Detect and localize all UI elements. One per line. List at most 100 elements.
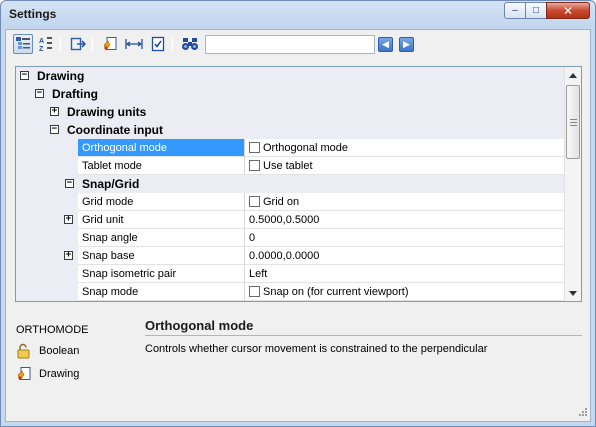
close-icon: ✕	[562, 3, 574, 18]
search-input[interactable]	[205, 35, 375, 54]
svg-text:A: A	[39, 38, 44, 45]
property-name[interactable]: Tablet mode	[78, 157, 245, 175]
property-value[interactable]: Left	[245, 265, 564, 283]
chevron-up-icon	[569, 72, 577, 78]
find-binoculars-icon	[182, 38, 198, 50]
row-indent	[16, 157, 78, 175]
category-label: Snap/Grid	[82, 177, 140, 191]
property-value-label: Snap on (for current viewport)	[263, 286, 409, 298]
toolbar: A Z ◀ ▶	[12, 33, 586, 57]
expand-icon[interactable]: +	[64, 215, 73, 224]
grid-on-checkbox[interactable]	[249, 196, 260, 207]
row-indent	[16, 193, 78, 211]
vertical-scrollbar[interactable]	[564, 67, 581, 301]
expand-icon[interactable]: +	[50, 107, 59, 116]
scrollbar-thumb[interactable]	[566, 85, 580, 159]
property-row-snap-angle[interactable]: Snap angle 0	[16, 229, 564, 247]
property-name[interactable]: Snap isometric pair	[78, 265, 245, 283]
maximize-icon: □	[532, 5, 540, 16]
property-value[interactable]: Grid on	[245, 193, 564, 211]
row-indent	[16, 229, 78, 247]
variable-scope: Drawing	[16, 365, 79, 383]
import-drawing-button[interactable]	[100, 34, 120, 54]
chevron-down-icon	[569, 290, 577, 296]
alphabetic-sort-button[interactable]: A Z	[35, 34, 55, 54]
property-row-snap-mode[interactable]: Snap mode Snap on (for current viewport)	[16, 283, 564, 301]
property-value[interactable]: 0	[245, 229, 564, 247]
toolbar-separator	[60, 36, 61, 53]
property-value[interactable]: Use tablet	[245, 157, 564, 175]
category-label: Drawing units	[67, 105, 147, 119]
next-match-button[interactable]: ▶	[399, 37, 414, 52]
import-drawing-icon	[103, 37, 117, 51]
toolbar-separator	[92, 36, 93, 53]
category-drafting[interactable]: − Drafting	[16, 85, 564, 103]
property-name[interactable]: Snap angle	[78, 229, 245, 247]
close-button[interactable]: ✕	[546, 2, 590, 19]
minimize-button[interactable]: –	[504, 2, 526, 19]
use-tablet-checkbox[interactable]	[249, 160, 260, 171]
toolbar-separator	[172, 36, 173, 53]
window-title: Settings	[9, 7, 57, 21]
property-name[interactable]: Snap mode	[78, 283, 245, 301]
maximize-button[interactable]: □	[525, 2, 547, 19]
grip-icon	[569, 118, 577, 126]
boolean-lock-icon	[17, 343, 30, 359]
collapse-icon[interactable]: −	[65, 179, 74, 188]
expand-icon[interactable]: +	[64, 251, 73, 260]
property-row-snap-isometric-pair[interactable]: Snap isometric pair Left	[16, 265, 564, 283]
description-title: Orthogonal mode	[145, 318, 254, 333]
property-name[interactable]: Grid unit	[78, 211, 245, 229]
scroll-up-button[interactable]	[565, 67, 581, 83]
category-snap-grid[interactable]: − Snap/Grid	[16, 175, 564, 193]
property-value[interactable]: Snap on (for current viewport)	[245, 283, 564, 301]
find-button[interactable]	[180, 34, 200, 54]
minimize-icon: –	[512, 5, 518, 16]
property-name[interactable]: Grid mode	[78, 193, 245, 211]
previous-match-button[interactable]: ◀	[378, 37, 393, 52]
property-value[interactable]: Orthogonal mode	[245, 139, 564, 157]
property-row-snap-base[interactable]: + Snap base 0.0000,0.0000	[16, 247, 564, 265]
settings-tree-grid[interactable]: − Drawing − Drafting + Drawing units − C…	[15, 66, 582, 302]
categorized-view-button[interactable]	[13, 34, 33, 54]
variable-type: Boolean	[16, 342, 79, 360]
scroll-down-button[interactable]	[565, 285, 581, 301]
orthogonal-mode-checkbox[interactable]	[249, 142, 260, 153]
property-value[interactable]: 0.5000,0.5000	[245, 211, 564, 229]
settings-window: Settings – □ ✕ A Z ◀ ▶ − Drawing − Draft…	[0, 0, 596, 427]
variable-name: ORTHOMODE	[16, 321, 89, 339]
dimension-icon	[125, 39, 143, 49]
settings-panel: A Z ◀ ▶ − Drawing − Drafting + Drawing u…	[5, 29, 591, 422]
category-drawing-units[interactable]: + Drawing units	[16, 103, 564, 121]
property-name[interactable]: Orthogonal mode	[78, 139, 245, 157]
property-row-grid-unit[interactable]: + Grid unit 0.5000,0.5000	[16, 211, 564, 229]
property-row-grid-mode[interactable]: Grid mode Grid on	[16, 193, 564, 211]
snap-on-checkbox[interactable]	[249, 286, 260, 297]
svg-text:Z: Z	[39, 46, 44, 53]
collapse-icon[interactable]: −	[35, 89, 44, 98]
description-divider	[145, 335, 582, 336]
dimension-button[interactable]	[124, 34, 144, 54]
checklist-button[interactable]	[148, 34, 168, 54]
property-value-label: Orthogonal mode	[263, 142, 348, 154]
arrow-right-icon: ▶	[403, 39, 410, 49]
property-value-label: Grid on	[263, 196, 300, 208]
resize-grip-icon[interactable]	[576, 407, 588, 419]
category-drawing[interactable]: − Drawing	[16, 67, 564, 85]
drawing-scope-icon	[17, 367, 31, 381]
row-indent	[16, 283, 78, 301]
property-row-orthogonal-mode[interactable]: Orthogonal mode Orthogonal mode	[16, 139, 564, 157]
property-row-tablet-mode[interactable]: Tablet mode Use tablet	[16, 157, 564, 175]
property-value[interactable]: 0.0000,0.0000	[245, 247, 564, 265]
collapse-icon[interactable]: −	[20, 71, 29, 80]
variable-scope-label: Drawing	[39, 368, 80, 380]
property-value-label: Use tablet	[263, 160, 313, 172]
description-panel: Orthogonal mode Controls whether cursor …	[145, 318, 585, 355]
property-name[interactable]: Snap base	[78, 247, 245, 265]
export-button[interactable]	[68, 34, 88, 54]
category-coordinate-input[interactable]: − Coordinate input	[16, 121, 564, 139]
collapse-icon[interactable]: −	[50, 125, 59, 134]
tree-rows: − Drawing − Drafting + Drawing units − C…	[16, 67, 564, 301]
category-label: Drawing	[37, 69, 85, 83]
title-bar[interactable]: Settings – □ ✕	[1, 1, 595, 29]
